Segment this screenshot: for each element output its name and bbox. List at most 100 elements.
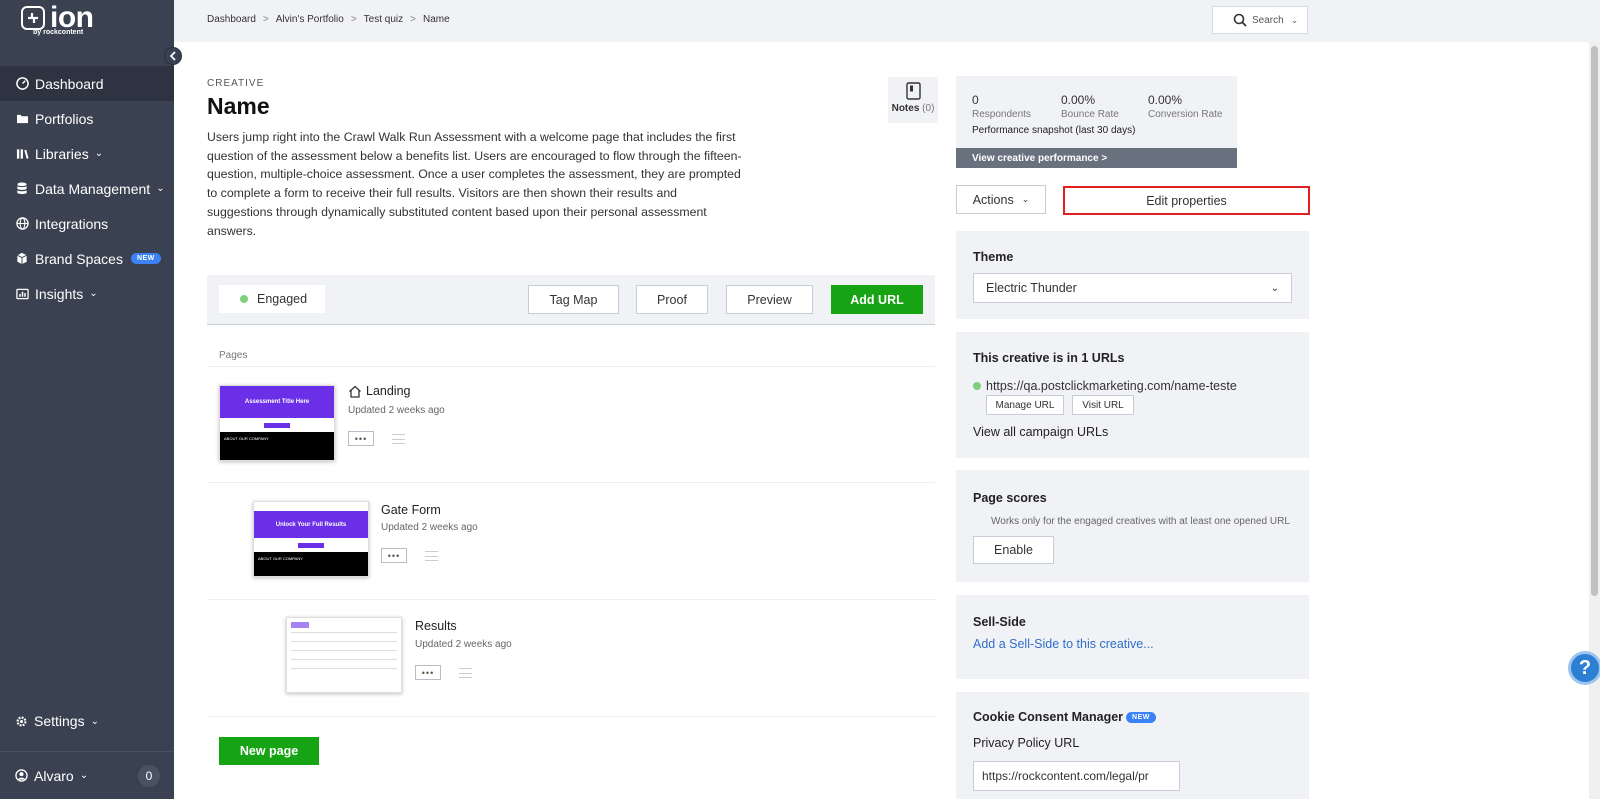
thumbnail-line <box>291 668 397 669</box>
manage-url-button[interactable]: Manage URL <box>986 395 1064 415</box>
scrollbar-thumb[interactable] <box>1591 46 1598 596</box>
view-creative-performance-link[interactable]: View creative performance > <box>956 148 1237 168</box>
add-sell-side-link[interactable]: Add a Sell-Side to this creative... <box>973 637 1154 651</box>
breadcrumb-quiz[interactable]: Test quiz <box>364 14 403 25</box>
drag-handle-icon[interactable] <box>459 668 472 678</box>
chevron-down-icon: ⌄ <box>1021 194 1030 204</box>
stat-label: Respondents <box>972 109 1031 120</box>
row-divider <box>207 599 935 600</box>
add-url-button[interactable]: Add URL <box>831 285 923 314</box>
notification-count-badge[interactable]: 0 <box>138 764 160 787</box>
cookie-consent-heading: Cookie Consent Manager NEW <box>973 710 1156 724</box>
stat-value: 0.00% <box>1061 93 1096 107</box>
thumbnail-body <box>254 538 368 552</box>
collapse-sidebar-button[interactable] <box>164 47 182 65</box>
thumbnail-button <box>298 542 324 548</box>
sidebar-item-settings[interactable]: Settings ⌄ <box>15 713 99 729</box>
sidebar-item-data-management[interactable]: Data Management ⌄ <box>0 171 174 206</box>
sidebar-item-label: Libraries <box>35 145 89 162</box>
new-page-button[interactable]: New page <box>219 737 319 765</box>
dashboard-icon <box>15 77 29 91</box>
page-updated-gate-form: Updated 2 weeks ago <box>381 522 478 533</box>
new-badge: NEW <box>130 253 161 264</box>
gear-icon <box>15 715 28 728</box>
page-more-button[interactable]: ••• <box>381 548 407 563</box>
privacy-policy-url-input[interactable]: https://rockcontent.com/legal/pr <box>973 761 1180 791</box>
drag-handle-icon[interactable] <box>425 551 438 561</box>
thumbnail-line <box>291 632 397 633</box>
chart-icon <box>15 287 29 301</box>
sidebar-item-libraries[interactable]: Libraries ⌄ <box>0 136 174 171</box>
sidebar-item-integrations[interactable]: Integrations <box>0 206 174 241</box>
preview-button[interactable]: Preview <box>726 285 813 314</box>
edit-properties-button[interactable]: Edit properties <box>1063 186 1310 215</box>
stat-label: Bounce Rate <box>1061 109 1119 120</box>
page-name-landing[interactable]: Landing <box>348 384 411 398</box>
page-thumbnail-landing[interactable]: Assessment Title Here ABOUT OUR COMPANY <box>219 385 335 461</box>
thumbnail-footer: ABOUT OUR COMPANY <box>220 432 334 460</box>
thumbnail-logo-bar <box>254 502 368 511</box>
database-icon <box>15 182 29 196</box>
status-label: Engaged <box>257 292 308 306</box>
tag-map-button[interactable]: Tag Map <box>528 285 619 314</box>
thumbnail-line <box>291 659 397 660</box>
actions-dropdown[interactable]: Actions ⌄ <box>956 185 1046 214</box>
url-status-dot <box>973 382 981 390</box>
page-thumbnail-results[interactable] <box>286 617 402 693</box>
performance-card: 0 Respondents 0.00% Bounce Rate 0.00% Co… <box>956 76 1237 168</box>
chevron-down-icon: ⌄ <box>156 183 165 194</box>
actions-label: Actions <box>972 192 1014 207</box>
user-name: Alvaro <box>34 767 74 784</box>
theme-selected-value: Electric Thunder <box>986 281 1077 295</box>
chevron-down-icon: ⌄ <box>1270 282 1279 294</box>
page-thumbnail-gate-form[interactable]: Unlock Your Full Results ABOUT OUR COMPA… <box>253 501 369 577</box>
cube-icon <box>15 252 29 266</box>
sidebar-item-insights[interactable]: Insights ⌄ <box>0 276 174 311</box>
page-name-gate-form[interactable]: Gate Form <box>381 503 441 517</box>
proof-button[interactable]: Proof <box>636 285 708 314</box>
new-badge: NEW <box>1126 711 1156 723</box>
page-more-button[interactable]: ••• <box>348 431 374 446</box>
thumbnail-body <box>220 418 334 432</box>
sidebar-item-label: Insights <box>35 285 84 302</box>
theme-heading: Theme <box>973 250 1014 264</box>
creative-category: CREATIVE <box>207 78 265 89</box>
sidebar-item-label: Brand Spaces <box>35 250 123 267</box>
page-more-button[interactable]: ••• <box>415 665 441 680</box>
notes-button[interactable]: Notes (0) <box>888 77 938 123</box>
enable-page-scores-button[interactable]: Enable <box>973 536 1054 564</box>
thumbnail-line <box>291 641 397 642</box>
top-bar: Dashboard > Alvin's Portfolio > Test qui… <box>174 0 1600 42</box>
breadcrumb-portfolio[interactable]: Alvin's Portfolio <box>276 14 344 25</box>
breadcrumb-dashboard[interactable]: Dashboard <box>207 14 256 25</box>
home-icon <box>349 385 361 398</box>
performance-snapshot-label: Performance snapshot (last 30 days) <box>972 125 1136 136</box>
sidebar-item-dashboard[interactable]: Dashboard <box>0 66 174 101</box>
notebook-icon <box>905 82 921 100</box>
theme-select[interactable]: Electric Thunder ⌄ <box>973 273 1292 303</box>
drag-handle-icon[interactable] <box>392 434 405 444</box>
view-all-campaign-urls-link[interactable]: View all campaign URLs <box>973 425 1108 439</box>
user-avatar-icon <box>15 769 28 782</box>
thumbnail-header: Assessment Title Here <box>220 386 334 418</box>
help-button[interactable]: ? <box>1568 651 1600 685</box>
stat-conversion-rate: 0.00% Conversion Rate <box>1148 93 1222 120</box>
chevron-down-icon: ⌄ <box>79 770 89 781</box>
page-name-label: Landing <box>366 384 411 398</box>
user-menu[interactable]: Alvaro ⌄ 0 <box>0 751 174 799</box>
visit-url-button[interactable]: Visit URL <box>1072 395 1134 415</box>
sidebar-item-portfolios[interactable]: Portfolios <box>0 101 174 136</box>
sidebar-item-label: Dashboard <box>35 75 104 92</box>
search-icon <box>1233 13 1247 27</box>
vertical-scrollbar[interactable] <box>1589 42 1600 799</box>
sell-side-heading: Sell-Side <box>973 615 1026 629</box>
creative-description: Users jump right into the Crawl Walk Run… <box>207 130 742 238</box>
row-divider <box>207 366 935 367</box>
row-divider <box>207 716 935 717</box>
row-divider <box>207 482 935 483</box>
ion-logo[interactable]: ion <box>21 3 94 33</box>
sidebar-item-brand-spaces[interactable]: Brand Spaces NEW <box>0 241 174 276</box>
page-title: Name <box>207 93 270 119</box>
search-button[interactable]: Search ⌄ <box>1212 6 1308 34</box>
page-name-results[interactable]: Results <box>415 619 457 633</box>
